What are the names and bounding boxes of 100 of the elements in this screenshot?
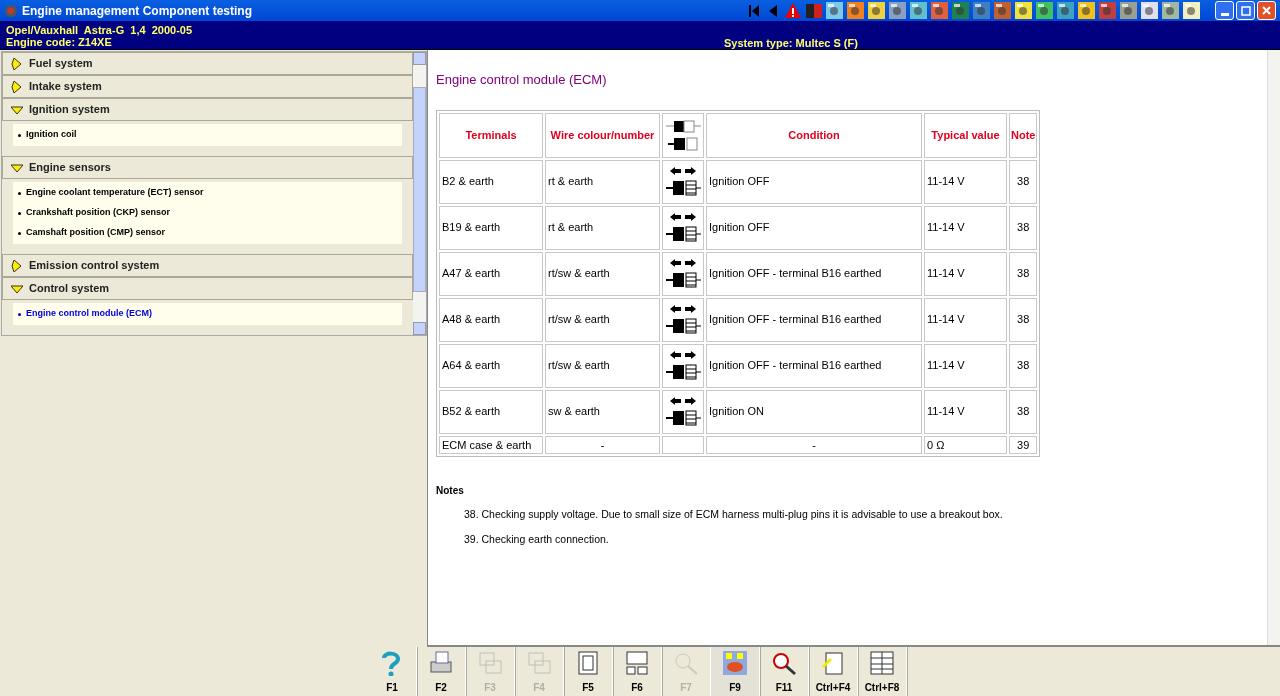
toolbar-picture-icon[interactable]	[909, 1, 928, 20]
toolbar-picture-icon[interactable]	[930, 1, 949, 20]
vehicle-model: Opel/Vauxhall Astra-G 1,4 2000-05	[6, 24, 194, 36]
table-cell: rt & earth	[545, 159, 660, 204]
engine-code: Engine code: Z14XE	[6, 36, 113, 48]
diagram-icon	[624, 650, 650, 676]
table-cell: ECM case & earth	[439, 435, 543, 454]
toolbar-picture-icon[interactable]	[1056, 1, 1075, 20]
close-button[interactable]	[1257, 1, 1276, 20]
table-cell: Ignition OFF - terminal B16 earthed	[706, 251, 922, 296]
table-cell: A64 & earth	[439, 343, 543, 388]
section-header[interactable]: Emission control system	[2, 254, 413, 277]
warning-icon[interactable]	[783, 1, 802, 20]
function-key-button[interactable]: F2	[417, 647, 466, 696]
table-cell: 11-14 V	[924, 251, 1007, 296]
toolbar-picture-icon[interactable]	[1119, 1, 1138, 20]
toolbar-picture-icon[interactable]	[1014, 1, 1033, 20]
bullet-icon	[18, 133, 21, 137]
sidebar-item[interactable]: Engine coolant temperature (ECT) sensor	[26, 186, 204, 200]
toolbar-picture-icon[interactable]	[1161, 1, 1180, 20]
system-type: System type: Multec S (F)	[724, 37, 858, 49]
toolbar-picture-icon[interactable]	[1182, 1, 1201, 20]
notes-heading: Notes	[436, 484, 465, 498]
toolbar-picture-icon[interactable]	[1140, 1, 1159, 20]
column-header: Condition	[706, 112, 922, 158]
table-icon	[869, 650, 895, 676]
table-cell: rt/sw & earth	[545, 343, 660, 388]
function-key-button[interactable]: F11	[760, 647, 809, 696]
table-cell: B19 & earth	[439, 205, 543, 250]
table-cell: Ignition ON	[706, 389, 922, 434]
table-cell: sw & earth	[545, 389, 660, 434]
table-cell: B2 & earth	[439, 159, 543, 204]
section-title: Emission control system	[29, 258, 160, 274]
maximize-button[interactable]	[1236, 1, 1255, 20]
bullet-icon	[18, 191, 21, 195]
content-scrollbar[interactable]	[1267, 50, 1280, 645]
table-cell: 38	[1009, 297, 1038, 342]
function-key-button[interactable]: F1	[368, 647, 417, 696]
toolbar-picture-icon[interactable]	[846, 1, 865, 20]
section-header[interactable]: Intake system	[2, 75, 413, 98]
table-cell: 38	[1009, 205, 1038, 250]
table-cell: Ignition OFF - terminal B16 earthed	[706, 343, 922, 388]
toolbar-picture-icon[interactable]	[951, 1, 970, 20]
column-header: Typical value	[924, 112, 1007, 158]
table-cell: A48 & earth	[439, 297, 543, 342]
toolbar-picture-icon[interactable]	[825, 1, 844, 20]
function-key-button[interactable]: F9	[711, 647, 760, 696]
magnifier-icon	[673, 650, 699, 676]
table-cell: -	[545, 435, 660, 454]
function-key-button[interactable]: F6	[613, 647, 662, 696]
table-cell: -	[706, 435, 922, 454]
pictures-icon	[526, 650, 552, 676]
function-key-button[interactable]: Ctrl+F4	[809, 647, 858, 696]
section-header[interactable]: Fuel system	[2, 52, 413, 75]
toolbar-picture-icon[interactable]	[888, 1, 907, 20]
table-cell: Ignition OFF - terminal B16 earthed	[706, 297, 922, 342]
table-cell: 11-14 V	[924, 159, 1007, 204]
printer-icon	[428, 650, 454, 676]
table-cell: B52 & earth	[439, 389, 543, 434]
table-cell: Ignition OFF	[706, 205, 922, 250]
document-icon	[575, 650, 601, 676]
sidebar-item[interactable]: Camshaft position (CMP) sensor	[26, 226, 165, 240]
table-cell: 11-14 V	[924, 343, 1007, 388]
function-key-button[interactable]: Ctrl+F8	[858, 647, 907, 696]
notepad-icon	[820, 650, 846, 676]
section-title: Control system	[29, 281, 110, 297]
grid-picture-icon	[722, 650, 748, 676]
magnifier-icon	[771, 650, 797, 676]
page-heading: Engine control module (ECM)	[436, 71, 608, 89]
bullet-icon	[18, 312, 21, 316]
scrollbar[interactable]	[413, 52, 426, 335]
section-header[interactable]: Control system	[2, 277, 413, 300]
toolbar-picture-icon[interactable]	[1077, 1, 1096, 20]
section-header[interactable]: Ignition system	[2, 98, 413, 121]
column-header: Terminals	[439, 112, 543, 158]
toolbar-picture-icon[interactable]	[1098, 1, 1117, 20]
toolbar-picture-icon[interactable]	[867, 1, 886, 20]
sidebar-item[interactable]: Crankshaft position (CKP) sensor	[26, 206, 171, 220]
note-text: 38. Checking supply voltage. Due to small size of ECM harness multi-plug pins it is advisable to use a breakout box.	[464, 507, 1004, 522]
maximize-icon	[1240, 5, 1251, 16]
toolbar-picture-icon[interactable]	[993, 1, 1012, 20]
sidebar-item[interactable]: Engine control module (ECM)	[26, 307, 152, 321]
toolbar-picture-icon[interactable]	[1035, 1, 1054, 20]
close-icon	[1262, 6, 1271, 15]
sidebar-item[interactable]: Ignition coil	[26, 128, 77, 142]
section-title: Intake system	[29, 79, 102, 95]
minimize-button[interactable]	[1215, 1, 1234, 20]
table-cell: 38	[1009, 389, 1038, 434]
section-header[interactable]: Engine sensors	[2, 156, 413, 179]
table-cell: 38	[1009, 343, 1038, 388]
column-header: Wire colour/number	[545, 112, 660, 158]
table-cell: 38	[1009, 251, 1038, 296]
table-cell: rt/sw & earth	[545, 297, 660, 342]
toolbar-picture-icon[interactable]	[972, 1, 991, 20]
table-cell: Ignition OFF	[706, 159, 922, 204]
window-title: Engine management Component testing	[22, 2, 252, 20]
table-cell: 11-14 V	[924, 297, 1007, 342]
table-cell: 39	[1009, 435, 1038, 454]
table-cell: A47 & earth	[439, 251, 543, 296]
function-key-button[interactable]: F5	[564, 647, 613, 696]
